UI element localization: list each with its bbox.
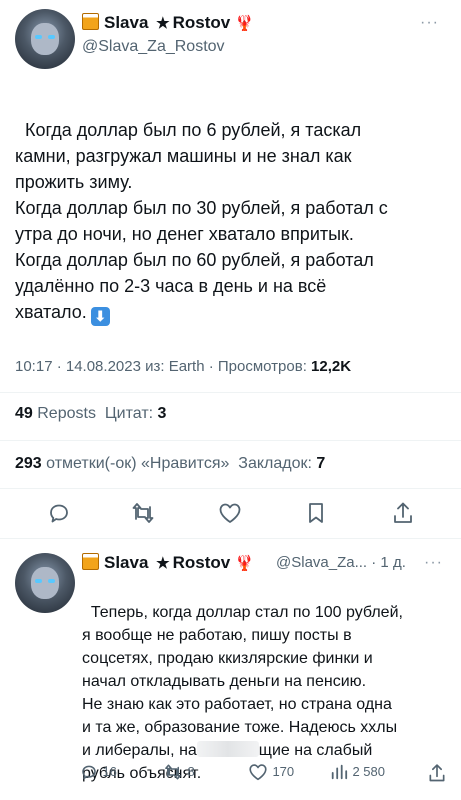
reply-count: 16 [102, 764, 117, 780]
reply-author-display-name[interactable]: Slava ★ Rostov 🦞 [82, 553, 254, 573]
reply-text: Теперь, когда доллар стал по 100 рублей,… [82, 604, 403, 782]
views-icon [331, 764, 348, 780]
repost-icon[interactable] [130, 501, 156, 525]
reply-reply-button[interactable]: 16 [80, 763, 117, 781]
likes-bookmarks-stats[interactable]: 293 отметки(-ок) «Нравится» Закладок: 7 [15, 455, 325, 473]
author-avatar[interactable] [15, 9, 75, 69]
reply-repost-button[interactable]: 8 [163, 763, 195, 781]
beer-mug-icon [82, 553, 99, 570]
reply-views-button[interactable]: 2 580 [330, 763, 385, 781]
reply-icon[interactable] [47, 501, 71, 525]
more-options-icon[interactable]: ··· [420, 14, 439, 32]
obscured-text [196, 741, 259, 757]
reply-more-options-icon[interactable]: ··· [424, 554, 443, 572]
reply-share-icon[interactable] [427, 762, 447, 784]
star-icon: ★ [156, 15, 170, 32]
crayfish-icon: 🦞 [235, 555, 254, 572]
like-icon[interactable] [218, 502, 242, 524]
share-icon[interactable] [391, 500, 415, 526]
reposts-quotes-stats[interactable]: 49 Reposts Цитат: 3 [15, 405, 166, 423]
reply-icon [82, 765, 96, 780]
views-count: 2 580 [352, 764, 385, 780]
like-icon [249, 764, 267, 781]
views-count: 12,2K [311, 358, 352, 375]
reply-handle-time[interactable]: @Slava_Za... · 1 д. [276, 554, 406, 571]
tweet-timestamp-views[interactable]: 10:17 · 14.08.2023 из: Earth · Просмотро… [15, 358, 351, 375]
crayfish-icon: 🦞 [235, 15, 254, 32]
tweet-text: Когда доллар был по 6 рублей, я таскал к… [15, 120, 388, 326]
beer-mug-icon [82, 13, 99, 30]
author-display-name[interactable]: Slava ★ Rostov 🦞 [82, 13, 254, 33]
like-count: 170 [272, 764, 295, 780]
reply-like-button[interactable]: 170 [248, 763, 294, 781]
author-handle[interactable]: @Slava_Za_Rostov [82, 38, 225, 56]
reply-author-avatar[interactable] [15, 553, 75, 613]
bookmark-icon[interactable] [305, 501, 327, 525]
repost-icon [165, 764, 181, 780]
down-arrow-emoji-icon: ⬇ [90, 307, 110, 326]
repost-count: 8 [187, 764, 195, 780]
star-icon: ★ [156, 555, 170, 572]
